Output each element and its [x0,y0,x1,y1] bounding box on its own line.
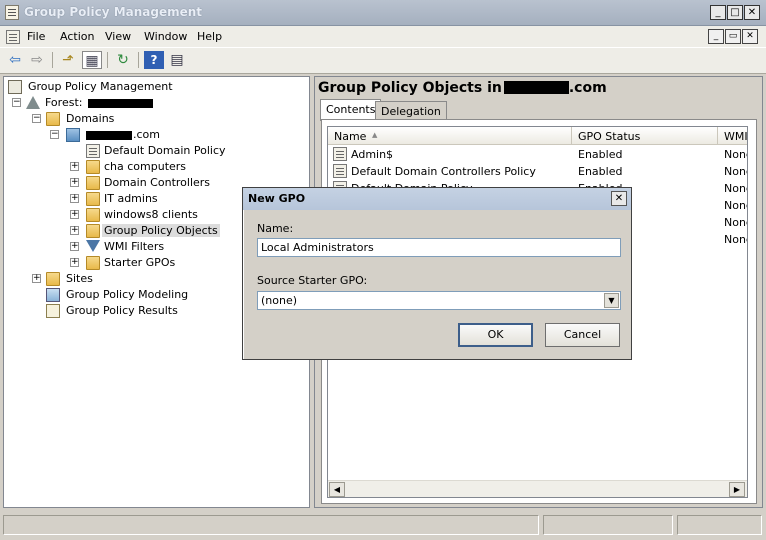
sites-folder-icon [46,272,60,286]
name-label: Name: [257,222,294,235]
expand-icon[interactable]: + [32,274,41,283]
menu-window[interactable]: Window [144,30,187,43]
close-button[interactable]: ✕ [744,5,760,20]
collapse-icon[interactable]: − [32,114,41,123]
gpm-icon [8,80,22,94]
maximize-button[interactable]: □ [727,5,743,20]
pane-title: Group Policy Objects in .com [318,80,607,96]
menu-action[interactable]: Action [60,30,94,43]
expand-icon[interactable]: + [70,162,79,171]
domain-icon [66,128,80,142]
toolbar-separator [52,52,53,68]
help-icon[interactable]: ? [144,51,164,69]
status-panel [3,515,539,535]
refresh-icon[interactable]: ↻ [113,51,133,69]
redacted-domain-name [503,81,569,94]
expand-icon[interactable]: + [70,226,79,235]
status-panel [677,515,762,535]
gpo-link-icon [86,144,100,158]
console-menu-icon[interactable] [6,30,20,44]
dialog-title: New GPO [248,192,306,205]
ou-folder-icon [86,160,100,174]
source-starter-gpo-label: Source Starter GPO: [257,274,368,287]
redacted-forest-name [88,99,153,108]
mdi-minimize-button[interactable]: _ [708,29,724,44]
ou-folder-icon [86,176,100,190]
table-row[interactable]: Default Domain Controllers Policy Enable… [328,163,747,180]
cancel-button[interactable]: Cancel [545,323,620,347]
tab-contents[interactable]: Contents [320,99,382,121]
ok-button[interactable]: OK [458,323,533,347]
gpo-folder-icon [86,224,100,238]
back-arrow-icon[interactable]: ⇦ [5,51,25,69]
forest-icon [26,96,40,109]
mdi-close-button[interactable]: ✕ [742,29,758,44]
results-icon [46,304,60,318]
horizontal-scrollbar[interactable]: ◀ ▶ [328,480,747,497]
expand-icon[interactable]: + [70,178,79,187]
forward-arrow-icon[interactable]: ⇨ [27,51,47,69]
column-header-name[interactable]: Name ▲ [328,127,572,145]
status-panel [543,515,673,535]
expand-icon[interactable]: + [70,242,79,251]
column-header-wmi[interactable]: WMI [718,127,747,145]
menu-view[interactable]: View [105,30,131,43]
new-gpo-dialog[interactable]: New GPO ✕ Name: Source Starter GPO: (non… [242,187,632,360]
expand-icon[interactable]: + [70,194,79,203]
domains-folder-icon [46,112,60,126]
mdi-restore-button[interactable]: ▭ [725,29,741,44]
redacted-domain-name [86,131,132,140]
up-folder-icon[interactable]: ⬏ [58,51,78,69]
gpo-icon [333,147,347,161]
expand-icon[interactable]: + [70,210,79,219]
expand-icon[interactable]: + [70,258,79,267]
menu-file[interactable]: File [27,30,45,43]
column-header-gpo-status[interactable]: GPO Status [572,127,718,145]
scroll-left-button[interactable]: ◀ [329,482,345,497]
gpm-app-icon [5,5,19,20]
collapse-icon[interactable]: − [12,98,21,107]
status-bar [0,512,766,540]
chevron-down-icon[interactable]: ▼ [604,293,619,308]
scroll-right-button[interactable]: ▶ [729,482,745,497]
properties-icon[interactable]: ▤ [167,51,187,69]
ou-folder-icon [86,192,100,206]
menu-help[interactable]: Help [197,30,222,43]
sort-ascending-icon: ▲ [372,131,378,139]
selected-starter-gpo: (none) [261,294,298,307]
gpo-name-input[interactable] [257,238,621,257]
gpo-icon [333,164,347,178]
table-row[interactable]: Admin$ Enabled None [328,146,747,163]
wmi-filter-icon [86,240,100,252]
collapse-icon[interactable]: − [50,130,59,139]
modeling-icon [46,288,60,302]
toolbar-separator [138,52,139,68]
tab-delegation[interactable]: Delegation [375,101,447,121]
show-hide-console-tree-icon[interactable]: ▦ [82,51,102,69]
minimize-button[interactable]: _ [710,5,726,20]
toolbar-separator [107,52,108,68]
dialog-close-button[interactable]: ✕ [611,191,627,206]
window-title: Group Policy Management [24,5,203,19]
starter-gpo-folder-icon [86,256,100,270]
ou-folder-icon [86,208,100,222]
source-starter-gpo-select[interactable]: (none) ▼ [257,291,621,310]
